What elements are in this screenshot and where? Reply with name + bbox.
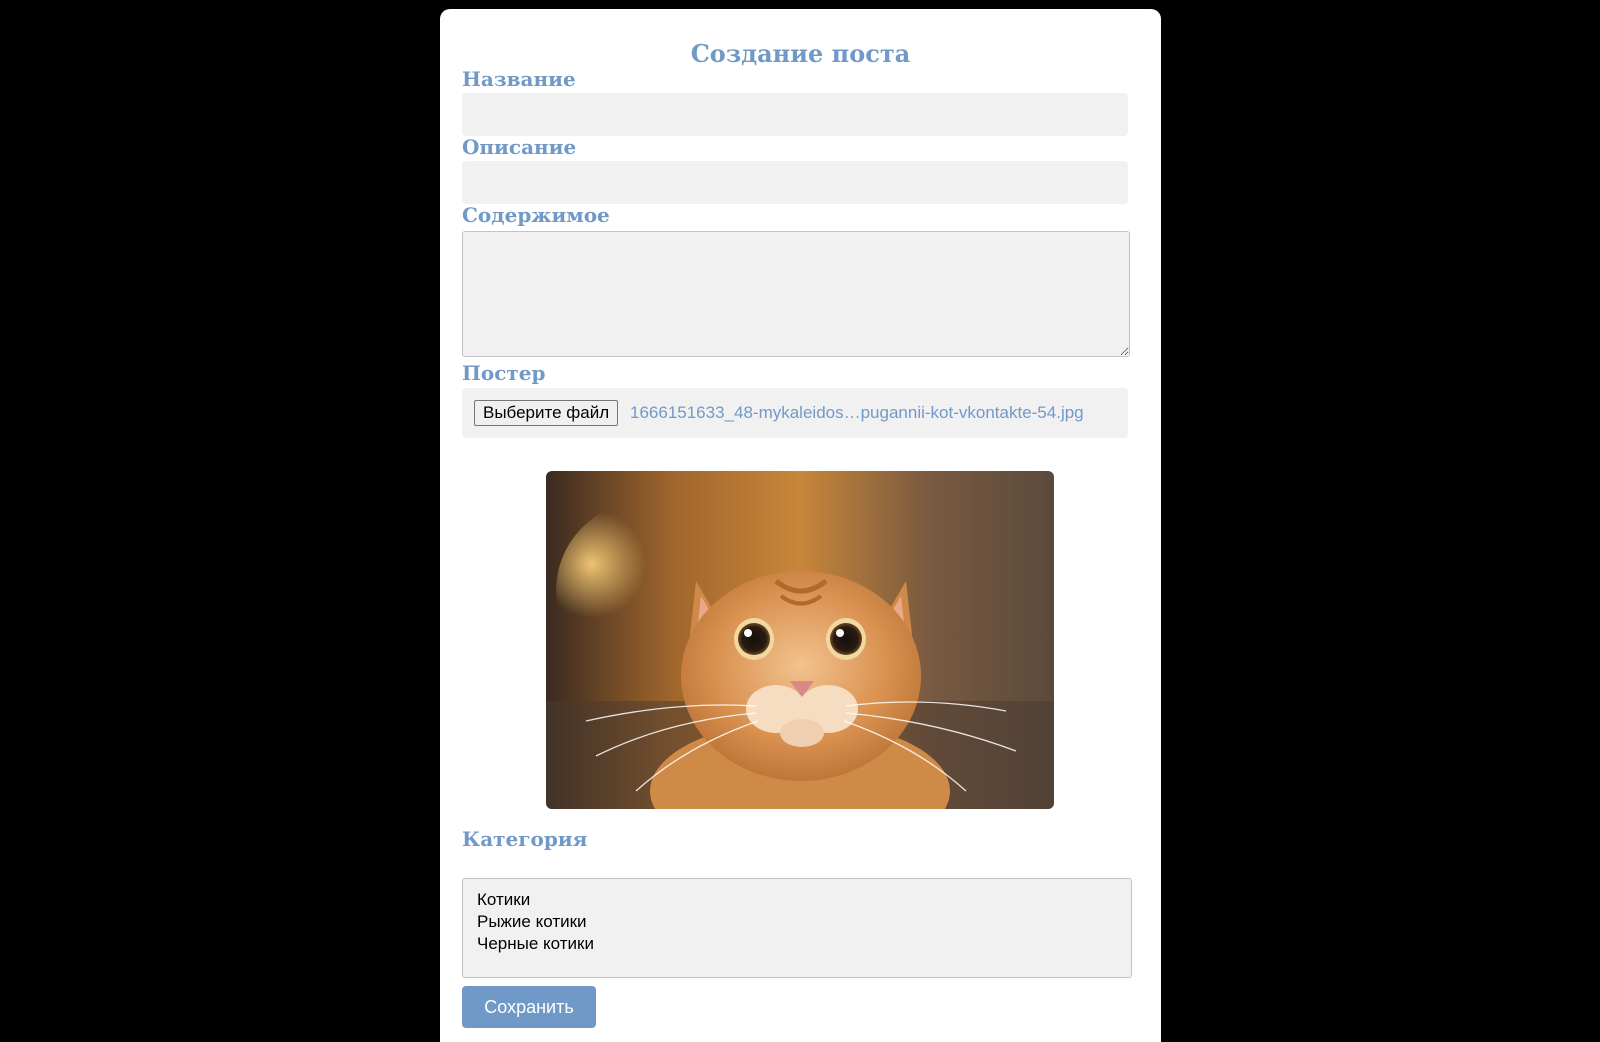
- content-textarea[interactable]: [462, 231, 1130, 357]
- content-label: Содержимое: [462, 203, 610, 227]
- choose-file-button[interactable]: Выберите файл: [474, 400, 619, 426]
- name-label: Название: [462, 67, 576, 91]
- save-button[interactable]: Сохранить: [462, 986, 596, 1028]
- category-select[interactable]: Котики Рыжие котики Черные котики: [462, 878, 1132, 978]
- category-option[interactable]: Черные котики: [463, 933, 1131, 955]
- poster-file-input[interactable]: Выберите файл 1666151633_48-mykaleidos…p…: [462, 388, 1128, 438]
- page-title: Создание поста: [690, 39, 911, 68]
- category-option[interactable]: Рыжие котики: [463, 911, 1131, 933]
- poster-preview-image: [546, 471, 1054, 809]
- selected-file-name: 1666151633_48-mykaleidos…pugannii-kot-vk…: [630, 403, 1084, 422]
- description-input[interactable]: [462, 161, 1128, 204]
- category-option[interactable]: Котики: [463, 889, 1131, 911]
- poster-label: Постер: [462, 361, 546, 385]
- description-label: Описание: [462, 135, 577, 159]
- category-label: Категория: [462, 827, 588, 851]
- name-input[interactable]: [462, 93, 1128, 136]
- create-post-card: Создание поста Название Описание Содержи…: [440, 9, 1161, 1042]
